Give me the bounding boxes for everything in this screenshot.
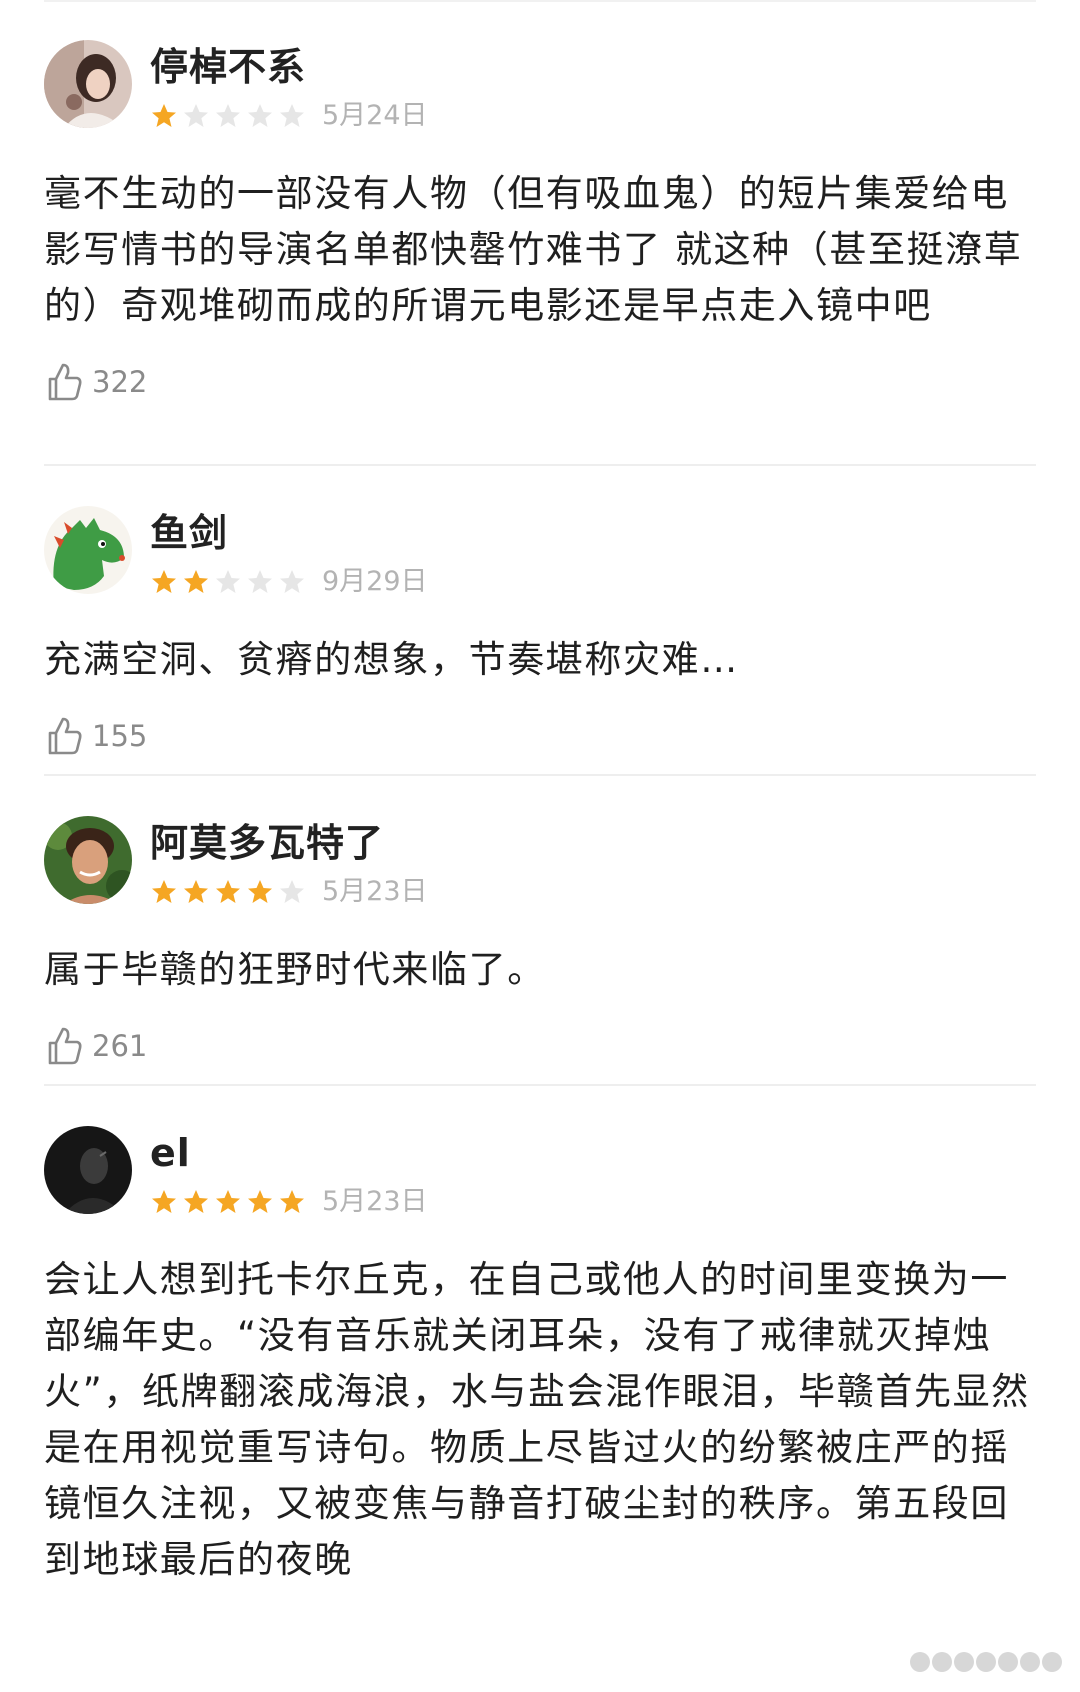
review-date: 9月29日 [322, 566, 428, 597]
star-icon [278, 1188, 306, 1216]
star-icon [182, 878, 210, 906]
review-card: 阿莫多瓦特了 5月23日 属于毕赣的狂野时代来临了。 261 [44, 774, 1036, 1084]
star-icon [150, 102, 178, 130]
star-rating [150, 568, 310, 596]
username[interactable]: 鱼剑 [150, 510, 428, 556]
like-count: 322 [92, 365, 148, 399]
review-date: 5月24日 [322, 100, 428, 131]
avatar[interactable] [44, 816, 132, 904]
review-date: 5月23日 [322, 1186, 428, 1217]
review-text: 属于毕赣的狂野时代来临了。 [44, 948, 546, 991]
star-icon [182, 568, 210, 596]
review-text: 充满空洞、贫瘠的想象，节奏堪称灾难… [44, 638, 739, 681]
avatar[interactable] [44, 1126, 132, 1214]
review-date: 5月23日 [322, 876, 428, 907]
star-rating [150, 102, 310, 130]
review-header: 停棹不系 5月24日 [44, 40, 1036, 136]
watermark [908, 1652, 1062, 1672]
avatar[interactable] [44, 506, 132, 594]
review-card: el 5月23日 会让人想到托卡尔丘克，在自己或他人的时间里变换为一部编年史。“… [44, 1084, 1036, 1588]
star-icon [150, 568, 178, 596]
review-header: el 5月23日 [44, 1126, 1036, 1222]
username[interactable]: el [150, 1130, 428, 1176]
avatar-green-dinosaur-icon [44, 506, 132, 594]
star-icon [246, 102, 274, 130]
review-text: 毫不生动的一部没有人物（但有吸血鬼）的短片集爱给电影写情书的导演名单都快罄竹难书… [44, 172, 1023, 327]
avatar[interactable] [44, 40, 132, 128]
review-card: 鱼剑 9月29日 充满空洞、贫瘠的想象，节奏堪称灾难… 155 [44, 464, 1036, 774]
like-button[interactable]: 322 [44, 358, 1036, 406]
avatar-dark-photo-icon [44, 1126, 132, 1214]
username[interactable]: 停棹不系 [150, 44, 428, 90]
star-rating [150, 878, 310, 906]
star-icon [182, 102, 210, 130]
thumbs-up-icon [44, 1025, 84, 1067]
username[interactable]: 阿莫多瓦特了 [150, 820, 428, 866]
star-rating [150, 1188, 310, 1216]
star-icon [246, 568, 274, 596]
like-count: 155 [92, 719, 148, 753]
star-icon [278, 102, 306, 130]
like-button[interactable]: 155 [44, 712, 1036, 760]
reviews-page: 停棹不系 5月24日 毫不生动的一部没有人物（但有吸血鬼）的短片集爱给电影写情书… [0, 0, 1080, 1692]
review-text: 会让人想到托卡尔丘克，在自己或他人的时间里变换为一部编年史。“没有音乐就关闭耳朵… [44, 1258, 1030, 1581]
star-icon [246, 1188, 274, 1216]
star-icon [214, 568, 242, 596]
star-icon [278, 568, 306, 596]
avatar-photo-woman-icon [44, 40, 132, 128]
like-button[interactable]: 261 [44, 1022, 1036, 1070]
star-icon [278, 878, 306, 906]
thumbs-up-icon [44, 361, 84, 403]
avatar-photo-man-icon [44, 816, 132, 904]
review-header: 鱼剑 9月29日 [44, 506, 1036, 602]
star-icon [214, 878, 242, 906]
star-icon [182, 1188, 210, 1216]
star-icon [214, 1188, 242, 1216]
like-count: 261 [92, 1029, 148, 1063]
thumbs-up-icon [44, 715, 84, 757]
star-icon [246, 878, 274, 906]
star-icon [150, 878, 178, 906]
star-icon [214, 102, 242, 130]
star-icon [150, 1188, 178, 1216]
review-card: 停棹不系 5月24日 毫不生动的一部没有人物（但有吸血鬼）的短片集爱给电影写情书… [0, 0, 1080, 464]
review-header: 阿莫多瓦特了 5月23日 [44, 816, 1036, 912]
